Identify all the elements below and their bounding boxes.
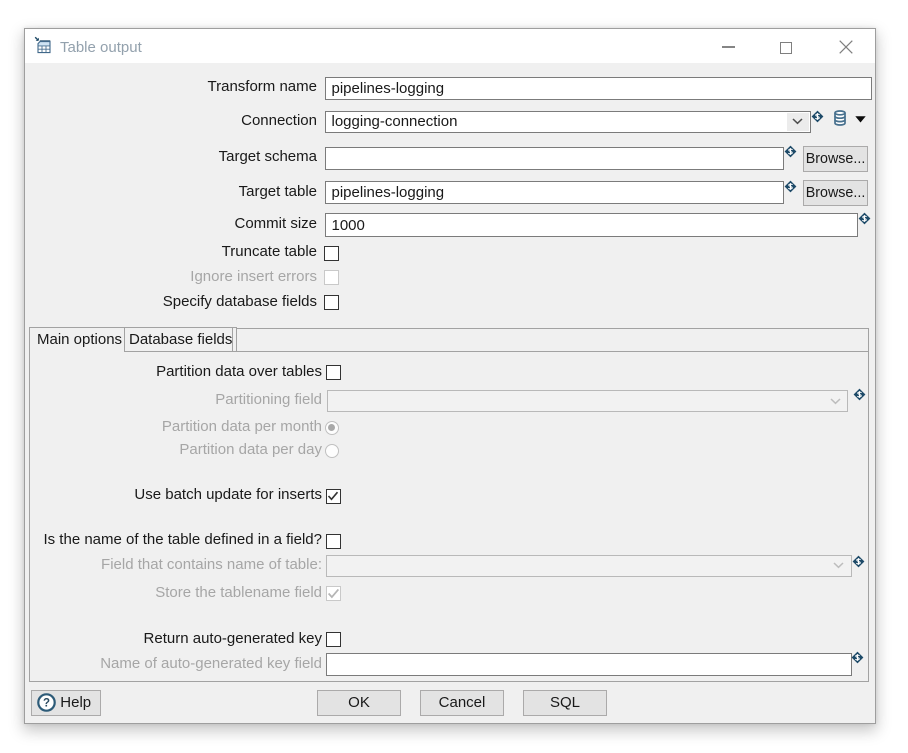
svg-text:?: ? xyxy=(43,698,50,710)
